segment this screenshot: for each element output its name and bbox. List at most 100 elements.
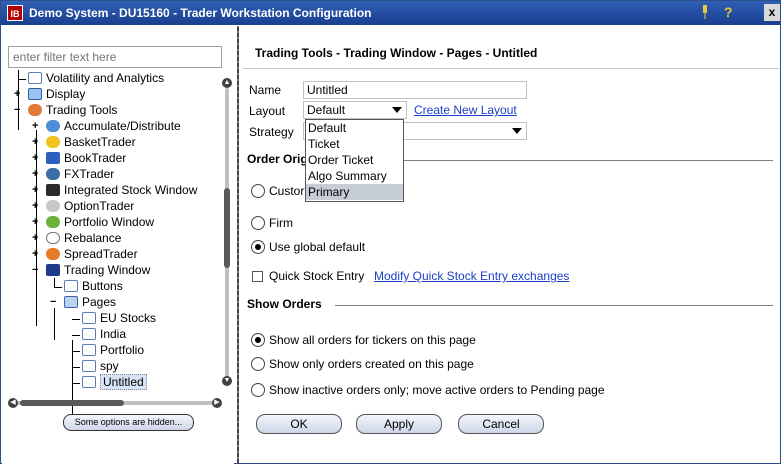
show-inactive-orders-radio[interactable] bbox=[251, 383, 265, 397]
tree-item-fxtrader[interactable]: FXTrader bbox=[46, 166, 114, 182]
tree-item-portfolio-window[interactable]: Portfolio Window bbox=[46, 214, 154, 230]
help-icon[interactable]: ? bbox=[724, 4, 733, 20]
origin-customer-radio[interactable] bbox=[251, 184, 265, 198]
tree-item-integrated-stock[interactable]: Integrated Stock Window bbox=[46, 182, 197, 198]
layout-option[interactable]: Order Ticket bbox=[306, 152, 403, 168]
pin-icon[interactable] bbox=[701, 5, 709, 19]
quick-stock-label: Quick Stock Entry bbox=[269, 269, 365, 283]
tree-item-accumulate[interactable]: Accumulate/Distribute bbox=[46, 118, 181, 134]
expand-icon[interactable]: + bbox=[14, 89, 23, 100]
expand-icon[interactable]: + bbox=[32, 137, 41, 148]
folder-icon bbox=[64, 296, 78, 308]
order-origin-title: Order Orig bbox=[247, 152, 308, 166]
scroll-left-icon[interactable]: ◀ bbox=[8, 398, 18, 408]
doc-icon bbox=[64, 280, 78, 292]
settings-panel: Trading Tools - Trading Window - Pages -… bbox=[243, 26, 779, 464]
tree-connector bbox=[18, 79, 26, 80]
tree-item-trading-window[interactable]: Trading Window bbox=[46, 262, 150, 278]
show-orders-title: Show Orders bbox=[247, 297, 322, 311]
expand-icon[interactable]: + bbox=[32, 153, 41, 164]
layout-option[interactable]: Default bbox=[306, 120, 403, 136]
option-icon bbox=[46, 200, 60, 212]
tree-item-optiontrader[interactable]: OptionTrader bbox=[46, 198, 134, 214]
scroll-thumb[interactable] bbox=[224, 188, 230, 268]
tree-item-india[interactable]: India bbox=[82, 326, 126, 342]
chevron-down-icon bbox=[392, 107, 402, 113]
monitor-icon bbox=[28, 88, 42, 100]
spread-icon bbox=[46, 248, 60, 260]
book-icon bbox=[46, 152, 60, 164]
doc-icon bbox=[82, 376, 96, 388]
show-all-orders-radio[interactable] bbox=[251, 333, 265, 347]
origin-firm-label: Firm bbox=[269, 216, 293, 230]
breadcrumb: Trading Tools - Trading Window - Pages -… bbox=[255, 46, 538, 60]
tree-connector bbox=[54, 287, 62, 288]
filter-input[interactable] bbox=[8, 46, 222, 68]
collapse-icon[interactable]: − bbox=[14, 105, 23, 116]
tree-item-display[interactable]: Display bbox=[28, 86, 85, 102]
tree-item-trading-tools[interactable]: Trading Tools bbox=[28, 102, 117, 118]
cancel-button[interactable]: Cancel bbox=[458, 414, 544, 434]
doc-icon bbox=[28, 72, 42, 84]
tree-item-eu-stocks[interactable]: EU Stocks bbox=[82, 310, 156, 326]
expand-icon[interactable]: + bbox=[32, 233, 41, 244]
name-field[interactable]: Untitled bbox=[303, 81, 527, 99]
layout-option-highlighted[interactable]: Primary bbox=[306, 184, 403, 200]
window-title: Demo System - DU15160 - Trader Workstati… bbox=[29, 6, 372, 20]
layout-label: Layout bbox=[249, 104, 286, 118]
layout-option[interactable]: Algo Summary bbox=[306, 168, 403, 184]
hidden-options-button[interactable]: Some options are hidden... bbox=[63, 414, 194, 431]
tree-item-booktrader[interactable]: BookTrader bbox=[46, 150, 126, 166]
close-icon[interactable]: x bbox=[764, 4, 780, 21]
tree-item-pages[interactable]: Pages bbox=[64, 294, 116, 310]
scroll-thumb[interactable] bbox=[20, 400, 124, 406]
tree-item-baskettrader[interactable]: BasketTrader bbox=[46, 134, 136, 150]
scroll-up-icon[interactable]: ▲ bbox=[222, 78, 232, 88]
expand-icon[interactable]: + bbox=[32, 185, 41, 196]
show-page-orders-radio[interactable] bbox=[251, 357, 265, 371]
sidebar: Volatility and Analytics + Display − Tra… bbox=[2, 26, 234, 464]
origin-global-radio[interactable] bbox=[251, 240, 265, 254]
tree-item-buttons[interactable]: Buttons bbox=[64, 278, 123, 294]
origin-customer-label: Custor bbox=[269, 184, 305, 198]
expand-icon[interactable]: + bbox=[32, 201, 41, 212]
quick-stock-checkbox[interactable] bbox=[252, 271, 263, 282]
tree-connector bbox=[72, 335, 80, 336]
tree-vertical-scrollbar[interactable]: ▲ ▼ bbox=[221, 78, 233, 386]
tree-item-spy[interactable]: spy bbox=[82, 358, 119, 374]
create-layout-link[interactable]: Create New Layout bbox=[414, 103, 517, 117]
fx-icon bbox=[46, 168, 60, 180]
modify-exchanges-link[interactable]: Modify Quick Stock Entry exchanges bbox=[374, 269, 569, 283]
origin-firm-radio[interactable] bbox=[251, 216, 265, 230]
collapse-icon[interactable]: − bbox=[50, 297, 59, 308]
show-page-orders-label: Show only orders created on this page bbox=[269, 357, 474, 371]
scroll-right-icon[interactable]: ▶ bbox=[212, 398, 222, 408]
apply-button[interactable]: Apply bbox=[356, 414, 442, 434]
layout-option[interactable]: Ticket bbox=[306, 136, 403, 152]
tree-connector bbox=[54, 278, 55, 288]
doc-icon bbox=[82, 344, 96, 356]
expand-icon[interactable]: + bbox=[32, 169, 41, 180]
layout-dropdown[interactable]: Default bbox=[303, 101, 407, 119]
layout-options-list: Default Ticket Order Ticket Algo Summary… bbox=[305, 119, 404, 202]
tree-item-rebalance[interactable]: Rebalance bbox=[46, 230, 121, 246]
ib-logo-icon: IB bbox=[7, 5, 23, 21]
basket-icon bbox=[46, 136, 60, 148]
section-divider bbox=[403, 160, 773, 161]
title-bar[interactable]: IB Demo System - DU15160 - Trader Workst… bbox=[1, 1, 780, 25]
tree-item-spreadtrader[interactable]: SpreadTrader bbox=[46, 246, 138, 262]
expand-icon[interactable]: + bbox=[32, 121, 41, 132]
tree-horizontal-scrollbar[interactable]: ◀ ▶ bbox=[8, 397, 222, 409]
tree-item-portfolio[interactable]: Portfolio bbox=[82, 342, 144, 358]
chevron-down-icon bbox=[512, 128, 522, 134]
tree-item-untitled[interactable]: Untitled bbox=[82, 374, 147, 390]
scroll-down-icon[interactable]: ▼ bbox=[222, 376, 232, 386]
panel-splitter[interactable] bbox=[237, 26, 239, 464]
expand-icon[interactable]: + bbox=[32, 249, 41, 260]
ok-button[interactable]: OK bbox=[256, 414, 342, 434]
tree-connector bbox=[72, 383, 80, 384]
collapse-icon[interactable]: − bbox=[32, 265, 41, 276]
expand-icon[interactable]: + bbox=[32, 217, 41, 228]
tree-item-volatility[interactable]: Volatility and Analytics bbox=[28, 70, 164, 86]
doc-icon bbox=[82, 312, 96, 324]
